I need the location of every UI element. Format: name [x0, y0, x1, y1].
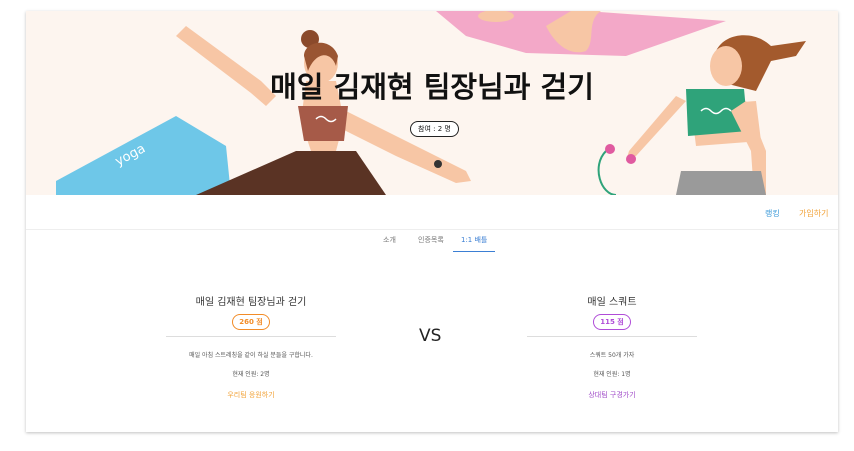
team-left-divider: [166, 336, 336, 337]
team-left: 매일 김재현 팀장님과 걷기 260 점 매일 아침 스트레칭을 같이 하실 분…: [166, 293, 336, 400]
team-left-score: 260 점: [232, 314, 270, 330]
challenge-title: 매일 김재현 팀장님과 걷기: [270, 70, 594, 104]
tab-battle[interactable]: 1:1 배틀: [453, 235, 496, 252]
cheer-team-link[interactable]: 우리팀 응원하기: [166, 390, 336, 400]
vs-label: VS: [419, 326, 442, 346]
join-link[interactable]: 가입하기: [799, 208, 828, 219]
woman-top: [298, 106, 348, 141]
tab-intro[interactable]: 소개: [383, 235, 396, 252]
tab-verification-list[interactable]: 인증목록: [418, 235, 444, 252]
view-opponent-link[interactable]: 상대팀 구경가기: [527, 390, 697, 400]
team-left-name: 매일 김재현 팀장님과 걷기: [195, 297, 307, 308]
team-right-name: 매일 스쿼트: [587, 297, 637, 308]
participants-badge: 참여 : 2 명: [410, 121, 459, 137]
team-right-score: 115 점: [593, 314, 631, 330]
action-bar: 랭킹 가입하기: [26, 195, 838, 230]
challenge-card: yoga 매일 김재현 팀장님과 걷기 참여: 2 명 랭킹 가입하기 소개 …: [26, 11, 838, 432]
team-right: 매일 스쿼트 115 점 스쿼트 50개 가자 현재 인원: 1명 상대팀 구경…: [527, 293, 697, 400]
tab-bar: 소개 인증목록 1:1 배틀: [26, 230, 838, 254]
team-right-divider: [527, 336, 697, 337]
team-left-members: 현재 인원: 2명: [232, 371, 270, 378]
team-right-description: 스쿼트 50개 가자: [589, 352, 635, 359]
hero-banner: yoga 매일 김재현 팀장님과 걷기 참여: 2 명: [26, 11, 838, 195]
ranking-link[interactable]: 랭킹: [765, 208, 780, 219]
woman2-shorts: [676, 171, 766, 195]
team-left-description: 매일 아침 스트레칭을 같이 하실 분들을 구합니다.: [189, 352, 313, 359]
team-right-members: 현재 인원: 1명: [593, 371, 631, 378]
